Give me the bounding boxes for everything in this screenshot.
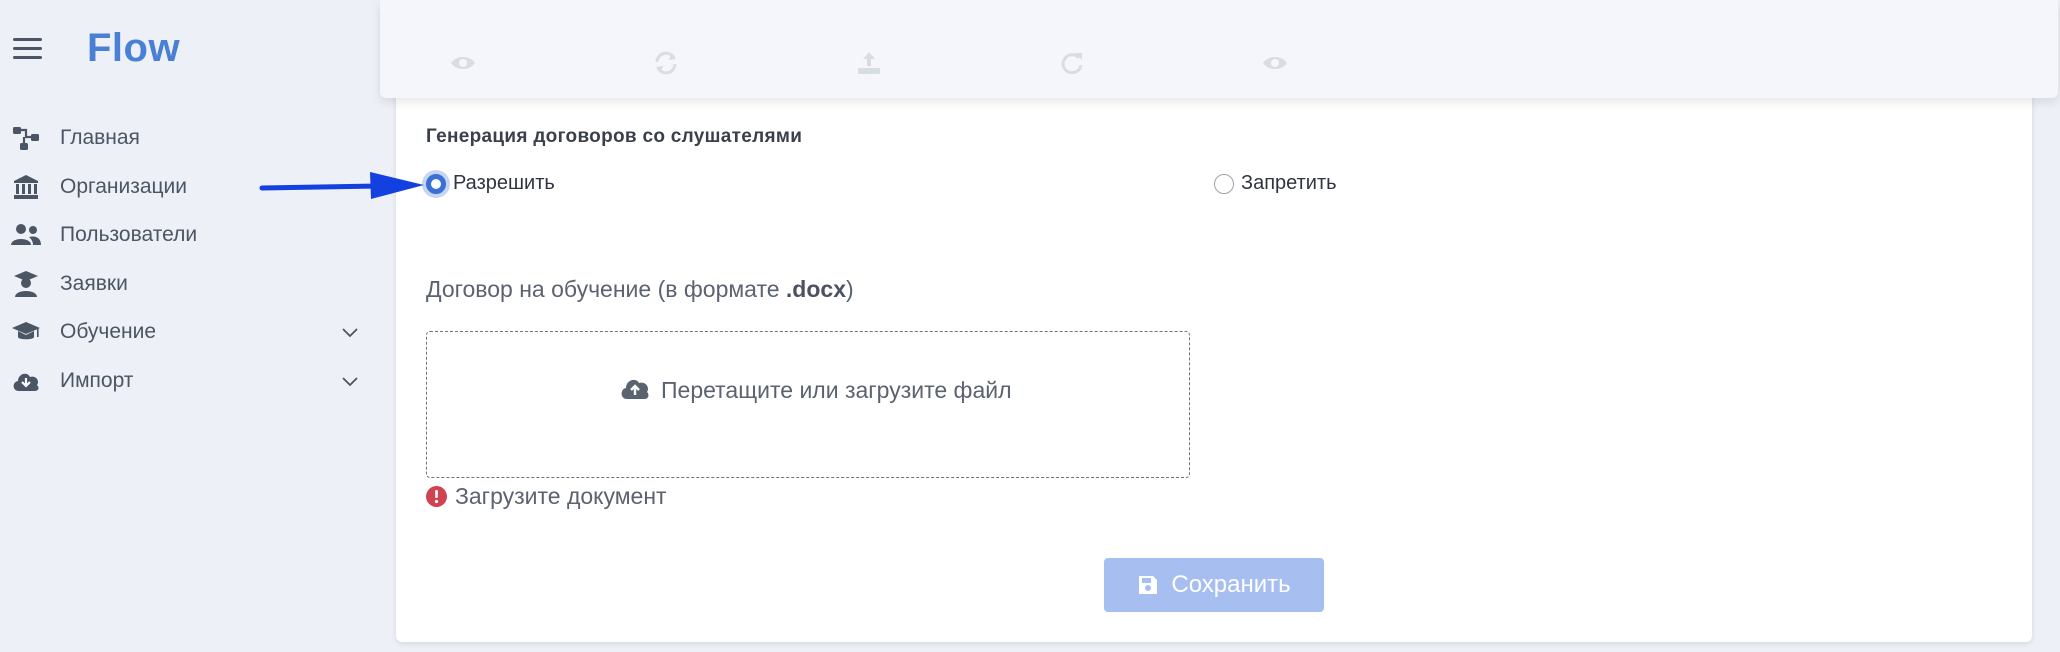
graduate-icon bbox=[10, 268, 42, 300]
contract-settings-card: Генерация договоров со слушателями Разре… bbox=[396, 80, 2032, 642]
sidebar-item-label: Обучение bbox=[60, 320, 157, 344]
radio-allow-control[interactable] bbox=[426, 173, 446, 194]
sidebar-item-education[interactable]: Обучение bbox=[0, 308, 380, 357]
chevron-down-icon bbox=[342, 328, 358, 338]
save-icon bbox=[1139, 576, 1158, 594]
redo-icon bbox=[1061, 53, 1083, 75]
previous-card-faded bbox=[380, 0, 2058, 98]
radio-deny-control[interactable] bbox=[1214, 173, 1234, 194]
sidebar-item-users[interactable]: Пользователи bbox=[0, 211, 380, 260]
sidebar-nav: Главная Организации Пользователи Заявки … bbox=[0, 114, 380, 405]
upload-icon bbox=[858, 52, 880, 74]
sidebar-item-label: Импорт bbox=[60, 368, 134, 392]
eye-icon bbox=[451, 57, 475, 69]
contract-file-label-suffix: ) bbox=[846, 276, 854, 302]
sidebar-item-home[interactable]: Главная bbox=[0, 114, 380, 163]
radio-deny[interactable]: Запретить bbox=[1214, 172, 1337, 195]
radio-allow-label: Разрешить bbox=[453, 172, 555, 194]
cloud-download-icon bbox=[10, 365, 42, 397]
eye-icon bbox=[1263, 57, 1287, 69]
contract-file-label-text: Договор на обучение (в формате bbox=[426, 276, 786, 302]
section-title: Генерация договоров со слушателями bbox=[426, 126, 803, 147]
radio-deny-label: Запретить bbox=[1241, 172, 1337, 194]
error-message: Загрузите документ bbox=[455, 483, 667, 509]
save-button-label: Сохранить bbox=[1171, 571, 1291, 598]
annotation-arrow bbox=[259, 172, 424, 199]
file-extension: .docx bbox=[785, 276, 846, 302]
bank-icon bbox=[10, 171, 42, 203]
dropzone-text: Перетащите или загрузите файл bbox=[661, 377, 1012, 403]
sidebar-item-import[interactable]: Импорт bbox=[0, 357, 380, 406]
sidebar-item-label: Пользователи bbox=[60, 223, 198, 247]
file-dropzone[interactable]: Перетащите или загрузите файл bbox=[426, 331, 1190, 478]
contract-file-label: Договор на обучение (в формате .docx) bbox=[426, 276, 854, 303]
sitemap-icon bbox=[10, 122, 42, 154]
radio-allow[interactable]: Разрешить bbox=[426, 172, 555, 195]
app-logo: Flow bbox=[87, 26, 181, 70]
sidebar: Flow Главная Организации Пользователи За… bbox=[0, 0, 380, 652]
sidebar-item-label: Организации bbox=[60, 174, 188, 198]
cloud-upload-icon bbox=[621, 379, 649, 399]
users-icon bbox=[10, 219, 42, 251]
sidebar-item-label: Главная bbox=[60, 126, 140, 150]
upload-error: Загрузите документ bbox=[426, 483, 667, 510]
exclamation-circle-icon bbox=[426, 486, 447, 507]
save-button[interactable]: Сохранить bbox=[1104, 558, 1324, 612]
sidebar-item-label: Заявки bbox=[60, 271, 128, 295]
dropzone-text-block: Перетащите или загрузите файл bbox=[619, 372, 1019, 408]
sidebar-item-requests[interactable]: Заявки bbox=[0, 260, 380, 309]
chevron-down-icon bbox=[342, 376, 358, 386]
menu-toggle-icon[interactable] bbox=[13, 38, 42, 60]
sync-icon bbox=[655, 51, 677, 75]
graduation-cap-icon bbox=[10, 316, 42, 348]
